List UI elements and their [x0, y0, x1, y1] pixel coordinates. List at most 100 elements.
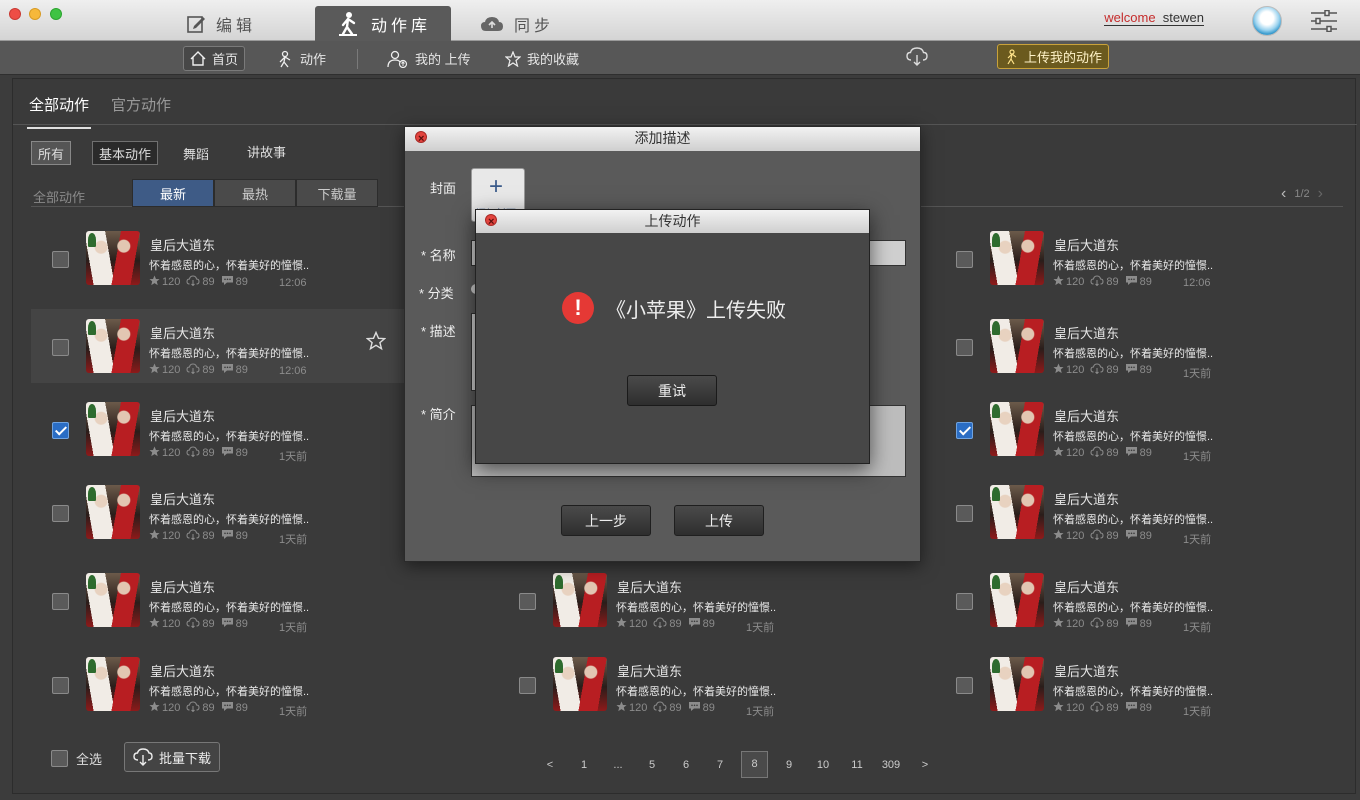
card-title[interactable]: 皇后大道东 [617, 577, 682, 596]
cloud-download-icon[interactable] [906, 47, 928, 67]
card-checkbox[interactable] [956, 593, 973, 610]
card-title[interactable]: 皇后大道东 [150, 235, 215, 254]
nav-home[interactable]: 首页 [183, 46, 246, 71]
card-checkbox[interactable] [956, 677, 973, 694]
window-minimize-button[interactable] [29, 8, 41, 20]
action-thumbnail[interactable] [990, 319, 1044, 373]
card-title[interactable]: 皇后大道东 [150, 323, 215, 342]
action-thumbnail[interactable] [86, 402, 140, 456]
sort-hottest[interactable]: 最热 [214, 179, 296, 207]
select-all[interactable]: 全选 [51, 749, 102, 768]
card-title[interactable]: 皇后大道东 [617, 661, 682, 680]
action-thumbnail[interactable] [86, 657, 140, 711]
nav-actions[interactable]: 动作 [270, 46, 332, 71]
card-checkbox[interactable] [52, 251, 69, 268]
card-title[interactable]: 皇后大道东 [150, 661, 215, 680]
action-thumbnail[interactable] [86, 485, 140, 539]
card-checkbox[interactable] [956, 339, 973, 356]
avatar[interactable] [1252, 6, 1282, 36]
action-thumbnail[interactable] [990, 402, 1044, 456]
page-current[interactable]: 8 [741, 751, 768, 778]
card-title[interactable]: 皇后大道东 [1054, 489, 1119, 508]
card-title[interactable]: 皇后大道东 [1054, 406, 1119, 425]
action-card[interactable]: 皇后大道东 怀着感恩的心，怀着美好的憧憬.. 120 89 89 12:06 [935, 231, 1355, 305]
favorite-star-icon[interactable] [366, 331, 386, 351]
action-card[interactable]: 皇后大道东 怀着感恩的心，怀着美好的憧憬.. 120 89 89 1天前 [31, 573, 451, 647]
action-thumbnail[interactable] [553, 573, 607, 627]
action-thumbnail[interactable] [86, 231, 140, 285]
page-link[interactable]: 9 [772, 759, 806, 771]
action-thumbnail[interactable] [990, 657, 1044, 711]
card-title[interactable]: 皇后大道东 [150, 489, 215, 508]
card-title[interactable]: 皇后大道东 [1054, 661, 1119, 680]
retry-button[interactable]: 重试 [627, 375, 717, 406]
settings-sliders-icon[interactable] [1310, 10, 1338, 32]
tab-official-actions[interactable]: 官方动作 [111, 94, 171, 115]
action-thumbnail[interactable] [990, 485, 1044, 539]
page-link[interactable]: 7 [703, 759, 737, 771]
action-card[interactable]: 皇后大道东 怀着感恩的心，怀着美好的憧憬.. 120 89 89 12:06 [31, 309, 451, 383]
action-card[interactable]: 皇后大道东 怀着感恩的心，怀着美好的憧憬.. 120 89 89 1天前 [31, 485, 451, 559]
action-card[interactable]: 皇后大道东 怀着感恩的心，怀着美好的憧憬.. 120 89 89 1天前 [498, 657, 918, 731]
upload-my-action-button[interactable]: 上传我的动作 [997, 44, 1110, 69]
page-link[interactable]: 5 [635, 759, 669, 771]
action-thumbnail[interactable] [86, 573, 140, 627]
filter-story[interactable]: 讲故事 [241, 139, 292, 163]
page-next[interactable]: > [908, 759, 942, 771]
previous-step-button[interactable]: 上一步 [561, 505, 651, 536]
tab-sync[interactable]: 同步 [480, 6, 554, 41]
card-checkbox[interactable] [519, 593, 536, 610]
action-card[interactable]: 皇后大道东 怀着感恩的心，怀着美好的憧憬.. 120 89 89 1天前 [31, 657, 451, 731]
page-link[interactable]: 10 [806, 759, 840, 771]
page-link[interactable]: 309 [874, 759, 908, 771]
dialog-close-button[interactable] [415, 128, 427, 150]
action-thumbnail[interactable] [990, 573, 1044, 627]
action-thumbnail[interactable] [86, 319, 140, 373]
page-link[interactable]: 1 [567, 759, 601, 771]
dialog-close-button[interactable] [485, 211, 497, 233]
welcome-user-link[interactable]: welcome stewen [1104, 10, 1204, 26]
card-checkbox[interactable] [52, 677, 69, 694]
tab-action-library[interactable]: 动作库 [315, 6, 452, 41]
nav-favorites[interactable]: 我的收藏 [499, 46, 585, 71]
card-checkbox[interactable] [52, 339, 69, 356]
action-card[interactable]: 皇后大道东 怀着感恩的心，怀着美好的憧憬.. 120 89 89 12:06 [31, 231, 451, 305]
action-card[interactable]: 皇后大道东 怀着感恩的心，怀着美好的憧憬.. 120 89 89 1天前 [935, 573, 1355, 647]
upload-button[interactable]: 上传 [674, 505, 764, 536]
card-checkbox[interactable] [956, 422, 973, 439]
sort-newest[interactable]: 最新 [132, 179, 214, 207]
action-card[interactable]: 皇后大道东 怀着感恩的心，怀着美好的憧憬.. 120 89 89 1天前 [935, 657, 1355, 731]
nav-my-uploads[interactable]: 我的 上传 [381, 46, 477, 71]
chevron-left-icon[interactable]: ‹ [1281, 185, 1286, 203]
card-title[interactable]: 皇后大道东 [150, 406, 215, 425]
action-card[interactable]: 皇后大道东 怀着感恩的心，怀着美好的憧憬.. 120 89 89 1天前 [935, 485, 1355, 559]
card-checkbox[interactable] [956, 505, 973, 522]
action-thumbnail[interactable] [553, 657, 607, 711]
card-checkbox[interactable] [52, 593, 69, 610]
action-card[interactable]: 皇后大道东 怀着感恩的心，怀着美好的憧憬.. 120 89 89 1天前 [498, 573, 918, 647]
card-title[interactable]: 皇后大道东 [1054, 235, 1119, 254]
page-prev[interactable]: < [533, 759, 567, 771]
sort-downloads[interactable]: 下载量 [296, 179, 378, 207]
filter-dance[interactable]: 舞蹈 [177, 141, 215, 165]
window-close-button[interactable] [9, 8, 21, 20]
card-title[interactable]: 皇后大道东 [1054, 577, 1119, 596]
page-link[interactable]: 6 [669, 759, 703, 771]
card-checkbox[interactable] [956, 251, 973, 268]
window-maximize-button[interactable] [50, 8, 62, 20]
filter-basic[interactable]: 基本动作 [92, 141, 159, 165]
card-title[interactable]: 皇后大道东 [150, 577, 215, 596]
action-thumbnail[interactable] [990, 231, 1044, 285]
tab-all-actions[interactable]: 全部动作 [26, 94, 92, 129]
action-card[interactable]: 皇后大道东 怀着感恩的心，怀着美好的憧憬.. 120 89 89 1天前 [935, 402, 1355, 476]
chevron-right-icon[interactable]: › [1318, 185, 1323, 203]
page-link[interactable]: 11 [840, 759, 874, 771]
card-checkbox[interactable] [519, 677, 536, 694]
batch-download-button[interactable]: 批量下载 [124, 742, 221, 772]
card-checkbox[interactable] [52, 422, 69, 439]
filter-all[interactable]: 所有 [31, 141, 72, 165]
action-card[interactable]: 皇后大道东 怀着感恩的心，怀着美好的憧憬.. 120 89 89 1天前 [31, 402, 451, 476]
card-checkbox[interactable] [52, 505, 69, 522]
action-card[interactable]: 皇后大道东 怀着感恩的心，怀着美好的憧憬.. 120 89 89 1天前 [935, 319, 1355, 393]
tab-edit[interactable]: 编辑 [186, 6, 256, 41]
